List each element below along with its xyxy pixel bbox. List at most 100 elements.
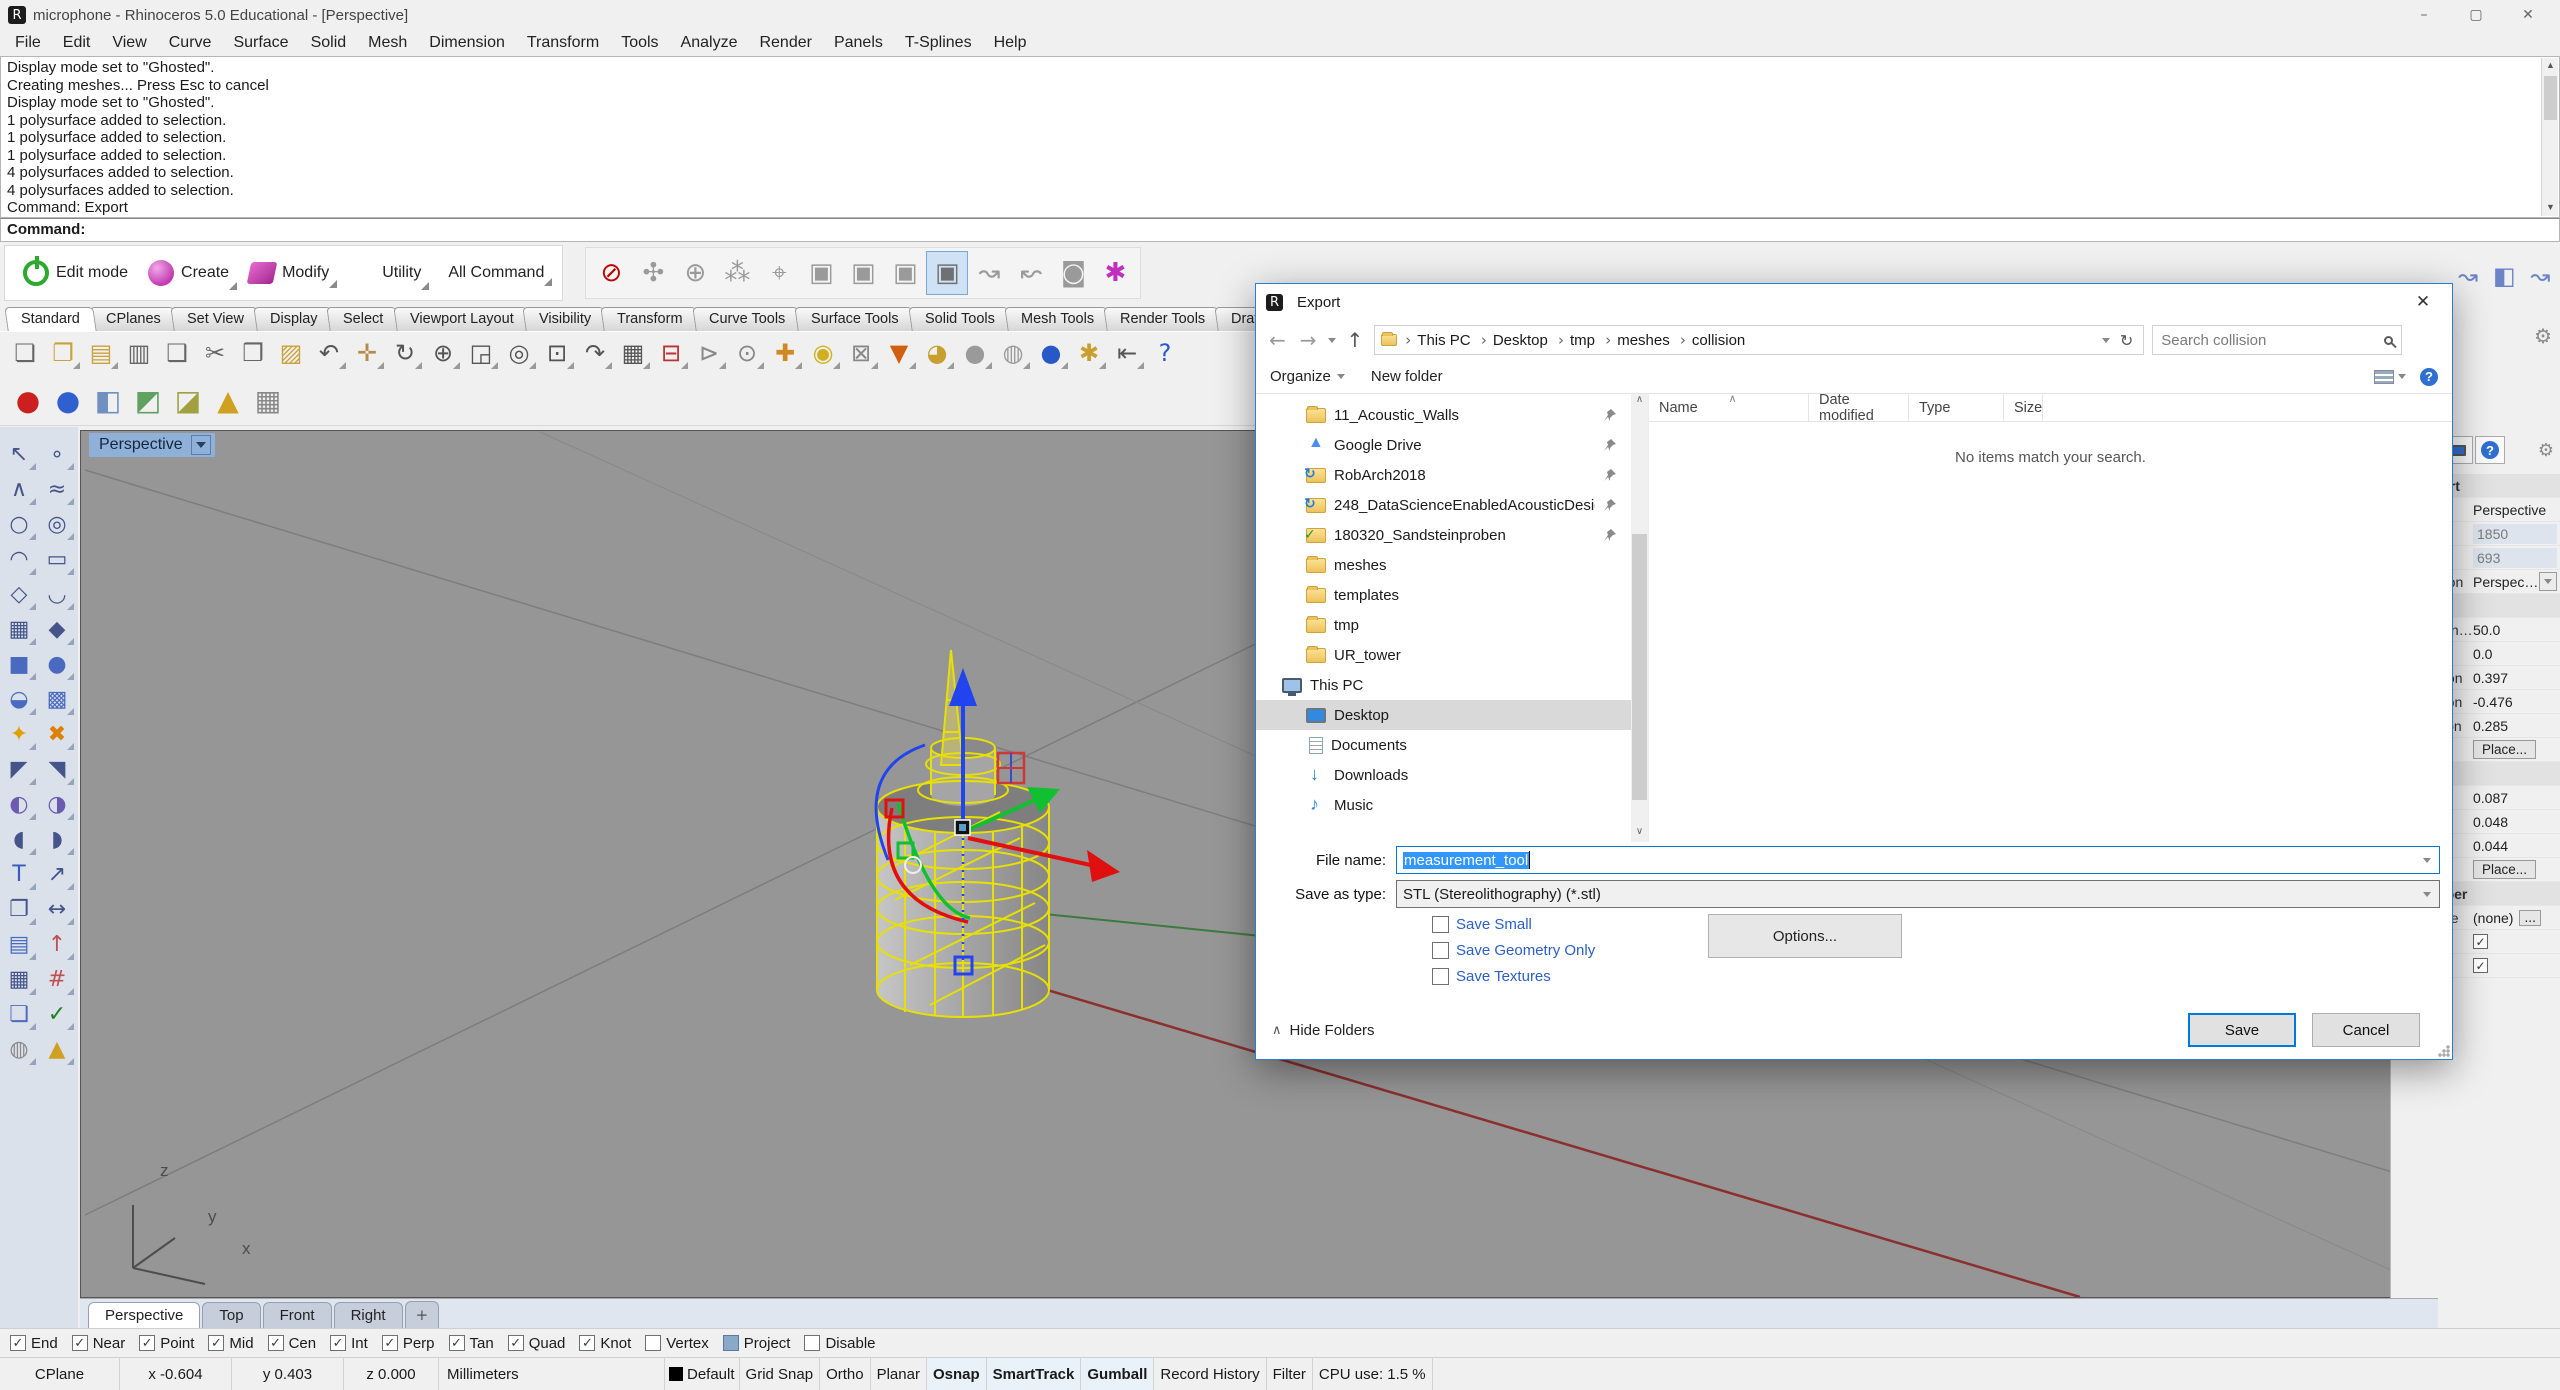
chevron-down-icon[interactable] [2423,858,2431,863]
sidebar-tool-icon[interactable]: T [0,857,38,892]
checkbox-icon[interactable]: ✓ [267,1335,284,1351]
refresh-icon[interactable]: ↻ [2120,331,2133,350]
sidebar-tool-icon[interactable]: ✓ [38,997,76,1032]
standard-toolbar-icon[interactable]: ✚ [766,335,804,371]
command-scrollbar[interactable]: ▲ ▼ [2541,58,2558,216]
standard-toolbar-icon[interactable]: ? [1146,335,1184,371]
browse-button[interactable]: ... [2519,909,2541,926]
breadcrumb-item[interactable]: Desktop [1493,332,1548,349]
standard-toolbar-icon[interactable]: ⊙ [728,335,766,371]
status-coordinate-pane[interactable]: CPlane [0,1358,120,1390]
display-mode-icon[interactable]: ▦ [248,380,288,422]
resize-grip[interactable] [2438,1045,2450,1057]
tsplines-toolbar-icon[interactable]: ⁂ [716,251,758,295]
folder-tree-item[interactable]: UR_tower [1256,640,1631,670]
viewport-tab[interactable]: Top [202,1302,261,1328]
standard-toolbar-icon[interactable]: ❏ [6,335,44,371]
viewport-tab[interactable]: Right [333,1302,403,1328]
folder-tree-item[interactable]: Music [1256,790,1631,820]
standard-toolbar-icon[interactable]: ↻ [386,335,424,371]
organize-button[interactable]: Organize [1270,368,1345,385]
window-control-button[interactable]: ▢ [2450,0,2502,30]
checkbox-icon[interactable] [722,1335,739,1351]
standard-toolbar-icon[interactable]: ❑ [158,335,196,371]
osnap-toggle[interactable]: ✓ Perp [381,1335,435,1352]
tsplines-toolbar-icon[interactable]: ⊘ [590,251,632,295]
menu-item[interactable]: Mesh [357,32,418,54]
toolbar-tab[interactable]: Set View [169,307,261,331]
property-value[interactable]: 0.285 [2473,718,2508,734]
dialog-close-button[interactable]: ✕ [2398,284,2448,320]
toolbar-button[interactable]: Create [138,254,239,292]
sidebar-tool-icon[interactable]: ❐ [0,892,38,927]
properties-gear-icon[interactable]: ⚙ [2538,440,2554,461]
menu-item[interactable]: Analyze [670,32,749,54]
sidebar-tool-icon[interactable]: ◒ [0,682,38,717]
property-value[interactable]: Perspective [2473,574,2539,590]
property-value[interactable]: Place... [2473,860,2537,879]
viewport-menu-dropdown[interactable] [190,435,211,455]
status-toggle[interactable]: Planar [871,1358,927,1390]
osnap-toggle[interactable]: ✓ Tan [448,1335,494,1352]
display-mode-icon[interactable]: ◩ [128,380,168,422]
sidebar-tool-icon[interactable]: ◥ [38,752,76,787]
toolbar-tab[interactable]: CPlanes [89,307,178,331]
folder-tree-item[interactable]: RobArch2018 [1256,460,1631,490]
sidebar-tool-icon[interactable]: ∧ [0,472,38,507]
sidebar-tool-icon[interactable]: ◗ [38,822,76,857]
dialog-title-bar[interactable]: R Export ✕ [1256,284,2452,320]
sidebar-tool-icon[interactable]: ✦ [0,717,38,752]
standard-toolbar-icon[interactable]: ✱ [1070,335,1108,371]
standard-toolbar-icon[interactable]: ▥ [120,335,158,371]
add-viewport-tab[interactable]: + [404,1301,440,1328]
tsplines-toolbar-icon[interactable]: ✣ [632,251,674,295]
checkbox-icon[interactable]: ✓ [208,1335,225,1351]
status-toggle[interactable]: Ortho [820,1358,871,1390]
sidebar-tool-icon[interactable]: ◑ [38,787,76,822]
toolbar-tab[interactable]: Display [252,307,334,331]
scroll-up-icon[interactable]: ∧ [1631,394,1648,410]
status-toggle[interactable]: Grid Snap [740,1358,821,1390]
status-coordinate-pane[interactable]: x -0.604 [120,1358,232,1390]
toolbar-tab[interactable]: Transform [600,307,700,331]
column-header[interactable]: Size [2004,394,2044,421]
status-coordinate-pane[interactable]: y 0.403 [232,1358,344,1390]
help-icon[interactable]: ? [2420,367,2438,386]
forward-icon[interactable]: → [1297,328,1320,352]
back-icon[interactable]: ← [1266,328,1289,352]
property-value[interactable]: Perspective [2473,502,2546,518]
menu-item[interactable]: File [4,32,52,54]
display-mode-icon[interactable]: ● [48,380,88,422]
folder-tree-item[interactable]: 11_Acoustic_Walls [1256,400,1631,430]
toolbar-tab[interactable]: Mesh Tools [1003,307,1111,331]
sidebar-tool-icon[interactable]: ◖ [0,822,38,857]
sidebar-tool-icon[interactable]: ↖ [0,437,38,472]
property-value[interactable]: 0.0 [2473,646,2492,662]
toolbar-button[interactable]: Utility [339,254,431,292]
sidebar-tool-icon[interactable]: ≈ [38,472,76,507]
export-option-checkbox[interactable]: Save Textures [1432,968,1595,985]
chevron-down-icon[interactable] [2423,892,2431,897]
tsplines-toolbar-icon[interactable]: ▣ [926,251,969,295]
sidebar-tool-icon[interactable]: ▦ [0,962,38,997]
scroll-down-icon[interactable]: ∨ [1631,826,1648,842]
sidebar-tool-icon[interactable]: ◠ [0,542,38,577]
osnap-toggle[interactable]: ✓ Near [71,1335,125,1352]
property-value[interactable]: 1850 [2473,523,2557,544]
right-toolbar-icon[interactable]: ◧ [2488,258,2520,294]
status-coordinate-pane[interactable]: z 0.000 [344,1358,439,1390]
checkbox-icon[interactable] [1432,942,1449,959]
standard-toolbar-icon[interactable]: ● [956,335,994,371]
standard-toolbar-icon[interactable]: ▤ [82,335,120,371]
checkbox-icon[interactable]: ✓ [448,1335,465,1351]
command-prompt[interactable]: Command: [0,218,2560,242]
display-mode-icon[interactable]: ◧ [88,380,128,422]
standard-toolbar-icon[interactable]: ⊟ [652,335,690,371]
display-mode-icon[interactable]: ● [8,380,48,422]
checkbox-icon[interactable]: ✓ [2473,958,2488,973]
menu-item[interactable]: Help [983,32,1038,54]
options-button[interactable]: Options... [1708,914,1902,958]
standard-toolbar-icon[interactable]: ⊡ [538,335,576,371]
standard-toolbar-icon[interactable]: ❒ [234,335,272,371]
osnap-toggle[interactable]: ✓ End [10,1335,58,1352]
